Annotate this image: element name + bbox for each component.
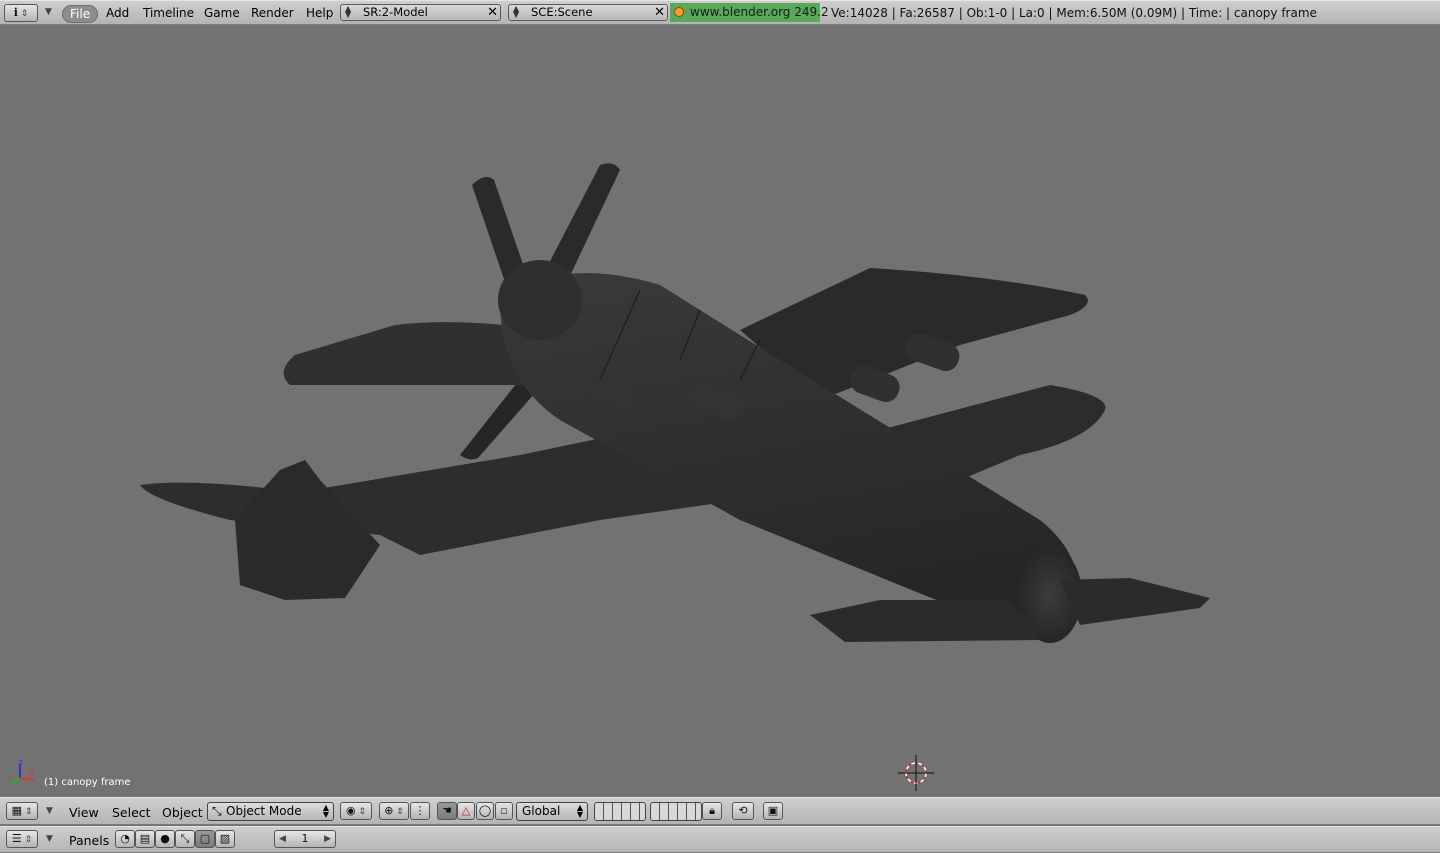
menu-view[interactable]: View [69, 805, 99, 820]
logic-icon: ◔ [120, 832, 130, 845]
axis-label-x: x [29, 769, 35, 779]
screen-field-value: SR:2-Model [363, 5, 428, 19]
object-icon: ⤡ [180, 832, 190, 845]
increment-arrow-icon[interactable]: ▶ [324, 831, 331, 847]
mode-select[interactable]: ⤡ Object Mode ▲ ▼ [207, 802, 334, 821]
collapse-menu-triangle-icon[interactable]: ▼ [46, 806, 53, 816]
menu-file[interactable]: File [62, 5, 99, 23]
updown-arrows-icon: ▲ ▼ [576, 803, 583, 819]
object-mode-icon: ⤡ [212, 804, 222, 818]
buttons-window-icon: ☰ [11, 832, 22, 845]
menu-help[interactable]: Help [306, 6, 333, 20]
buttons-window-type-button[interactable]: ☰ ⇕ [6, 830, 38, 848]
menu-game[interactable]: Game [204, 6, 240, 20]
occlusion-icon: ⟲ [738, 804, 748, 817]
render-icon: ▣ [767, 804, 779, 817]
scale-icon: ▫ [500, 804, 508, 817]
scene-icon: ▨ [219, 832, 231, 845]
menu-add[interactable]: Add [106, 6, 129, 20]
layers-icon-2[interactable] [650, 802, 702, 821]
view-window-type-button[interactable]: ▦ ⇕ [6, 802, 38, 820]
menu-render[interactable]: Render [251, 6, 294, 20]
snap-magnet-icon: ⋮ [414, 804, 426, 817]
grid-icon: ▦ [11, 804, 22, 817]
rotate-icon: ◯ [478, 804, 492, 817]
scene-field-value: SCE:Scene [531, 5, 593, 19]
buttons-window-header: ☰ ⇕ ▼ Panels ◔ ▤ ● ⤡ ▢ ▨ ◀ 1 ▶ [0, 826, 1440, 853]
menu-object[interactable]: Object [162, 805, 203, 820]
screen-selector[interactable]: ▲ ▼ SR:2-Model ✕ [340, 4, 501, 21]
frame-number-field[interactable]: ◀ 1 ▶ [274, 830, 336, 848]
updown-arrows-icon: ▲ ▼ [322, 803, 329, 819]
airplane-model [140, 163, 1210, 643]
delete-screen-icon[interactable]: ✕ [487, 5, 498, 20]
manipulator-toggle[interactable]: ☚ [437, 802, 457, 820]
3d-cursor-icon[interactable] [896, 753, 936, 793]
translate-manipulator[interactable]: △ [457, 802, 475, 820]
editing-icon: ▢ [199, 832, 211, 845]
layers-icon[interactable] [594, 802, 646, 821]
updown-arrows-icon: ▲ ▼ [513, 4, 520, 19]
3d-viewport[interactable]: z x (1) canopy frame [0, 25, 1440, 797]
shading-icon: ● [160, 832, 170, 845]
collapse-menu-triangle-icon[interactable]: ▼ [46, 834, 53, 844]
script-icon: ▤ [139, 832, 151, 845]
object-context-button[interactable]: ⤡ [175, 830, 195, 848]
render-preview-button[interactable]: ▣ [763, 802, 783, 820]
updown-arrows-icon: ▲ ▼ [345, 4, 352, 19]
rotate-manipulator[interactable]: ◯ [476, 802, 494, 820]
3d-view-header: ▦ ⇕ ▼ View Select Object ⤡ Object Mode ▲… [0, 797, 1440, 825]
translate-icon: △ [461, 804, 471, 817]
shading-solid-icon: ◉ [345, 804, 356, 817]
snap-button[interactable]: ⋮ [410, 802, 430, 820]
active-object-label: (1) canopy frame [44, 777, 131, 788]
script-context-button[interactable]: ▤ [135, 830, 155, 848]
manipulator-hand-icon: ☚ [442, 804, 452, 817]
collapse-menu-triangle-icon[interactable]: ▼ [45, 7, 52, 17]
decrement-arrow-icon[interactable]: ◀ [279, 831, 286, 847]
scene-selector[interactable]: ▲ ▼ SCE:Scene ✕ [508, 4, 668, 21]
info-window-type-button[interactable]: i ⇕ [4, 4, 38, 22]
logic-context-button[interactable]: ◔ [115, 830, 135, 848]
axis-label-z: z [18, 758, 23, 768]
delete-scene-icon[interactable]: ✕ [654, 5, 665, 20]
info-header: i ⇕ ▼ File Add Timeline Game Render Help… [0, 0, 1440, 25]
lock-icon: 🔒︎ [709, 804, 715, 817]
editing-context-button[interactable]: ▢ [195, 830, 215, 848]
menu-timeline[interactable]: Timeline [143, 6, 194, 20]
occlusion-button[interactable]: ⟲ [732, 802, 754, 820]
menu-select[interactable]: Select [112, 805, 151, 820]
menu-panels[interactable]: Panels [69, 833, 109, 848]
draw-type-button[interactable]: ◉ ⇕ [340, 802, 372, 820]
lock-layers-button[interactable]: 🔒︎ [702, 802, 722, 820]
shading-context-button[interactable]: ● [155, 830, 175, 848]
scene-stats: Ve:14028 | Fa:26587 | Ob:1-0 | La:0 | Me… [831, 6, 1317, 20]
orientation-select[interactable]: Global ▲ ▼ [516, 802, 588, 821]
scale-manipulator[interactable]: ▫ [495, 802, 513, 820]
scene-context-button[interactable]: ▨ [215, 830, 235, 848]
blender-logo-icon [674, 7, 684, 17]
blender-url[interactable]: www.blender.org 249.2 [670, 3, 829, 22]
pivot-button[interactable]: ⊕ ⇕ [379, 802, 409, 820]
